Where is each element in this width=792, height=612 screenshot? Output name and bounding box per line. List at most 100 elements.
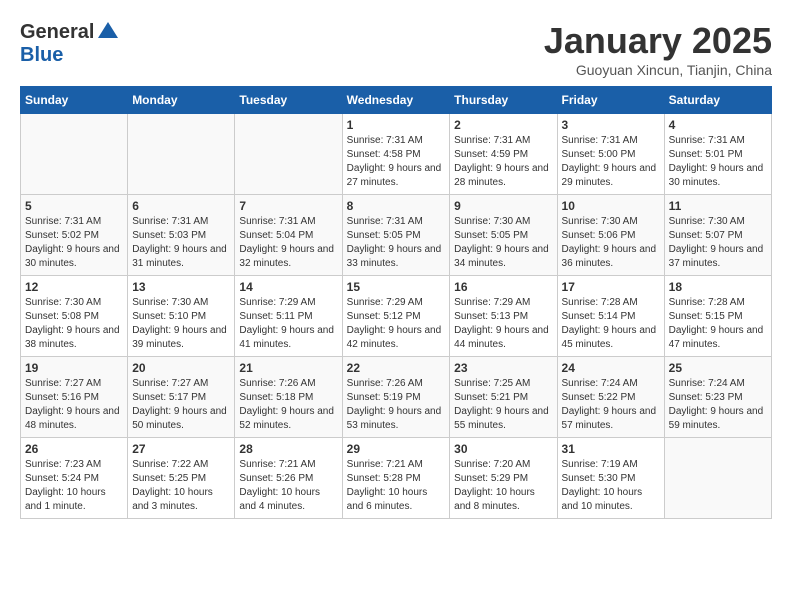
cell-sun-info: Sunrise: 7:27 AM Sunset: 5:17 PM Dayligh… xyxy=(132,377,230,433)
day-number: 8 xyxy=(347,199,446,213)
calendar-week-row: 5Sunrise: 7:31 AM Sunset: 5:02 PM Daylig… xyxy=(21,195,772,276)
cell-sun-info: Sunrise: 7:31 AM Sunset: 4:59 PM Dayligh… xyxy=(454,134,552,190)
day-number: 10 xyxy=(562,199,660,213)
calendar-cell: 14 Sunrise: 7:29 AM Sunset: 5:11 PM Dayli… xyxy=(235,276,342,357)
calendar-cell xyxy=(235,114,342,195)
cell-sun-info: Sunrise: 7:31 AM Sunset: 5:00 PM Dayligh… xyxy=(562,134,660,190)
calendar-cell xyxy=(128,114,235,195)
day-number: 17 xyxy=(562,280,660,294)
cell-sun-info: Sunrise: 7:30 AM Sunset: 5:08 PM Dayligh… xyxy=(25,296,123,352)
calendar-cell: 18 Sunrise: 7:28 AM Sunset: 5:15 PM Dayli… xyxy=(664,276,771,357)
cell-sun-info: Sunrise: 7:22 AM Sunset: 5:25 PM Dayligh… xyxy=(132,458,230,514)
month-title: January 2025 xyxy=(544,20,772,62)
day-number: 31 xyxy=(562,442,660,456)
calendar-cell: 4 Sunrise: 7:31 AM Sunset: 5:01 PM Daylig… xyxy=(664,114,771,195)
day-of-week-header: Tuesday xyxy=(235,87,342,114)
day-number: 18 xyxy=(669,280,767,294)
calendar-cell: 29 Sunrise: 7:21 AM Sunset: 5:28 PM Dayli… xyxy=(342,438,450,519)
calendar-cell: 17 Sunrise: 7:28 AM Sunset: 5:14 PM Dayli… xyxy=(557,276,664,357)
cell-sun-info: Sunrise: 7:25 AM Sunset: 5:21 PM Dayligh… xyxy=(454,377,552,433)
cell-sun-info: Sunrise: 7:30 AM Sunset: 5:07 PM Dayligh… xyxy=(669,215,767,271)
location-subtitle: Guoyuan Xincun, Tianjin, China xyxy=(544,62,772,78)
calendar-cell: 9 Sunrise: 7:30 AM Sunset: 5:05 PM Daylig… xyxy=(450,195,557,276)
cell-sun-info: Sunrise: 7:29 AM Sunset: 5:11 PM Dayligh… xyxy=(239,296,337,352)
calendar-cell: 26 Sunrise: 7:23 AM Sunset: 5:24 PM Dayli… xyxy=(21,438,128,519)
calendar-cell xyxy=(21,114,128,195)
calendar-cell: 24 Sunrise: 7:24 AM Sunset: 5:22 PM Dayli… xyxy=(557,357,664,438)
logo: General Blue xyxy=(20,20,120,67)
cell-sun-info: Sunrise: 7:28 AM Sunset: 5:15 PM Dayligh… xyxy=(669,296,767,352)
calendar-cell: 15 Sunrise: 7:29 AM Sunset: 5:12 PM Dayli… xyxy=(342,276,450,357)
calendar-table: SundayMondayTuesdayWednesdayThursdayFrid… xyxy=(20,86,772,519)
calendar-cell: 20 Sunrise: 7:27 AM Sunset: 5:17 PM Dayli… xyxy=(128,357,235,438)
cell-sun-info: Sunrise: 7:31 AM Sunset: 5:01 PM Dayligh… xyxy=(669,134,767,190)
calendar-cell: 8Sunrise: 7:31 AM Sunset: 5:05 PM Daylig… xyxy=(342,195,450,276)
calendar-cell xyxy=(664,438,771,519)
day-number: 11 xyxy=(669,199,767,213)
calendar-cell: 25Sunrise: 7:24 AM Sunset: 5:23 PM Dayli… xyxy=(664,357,771,438)
day-number: 15 xyxy=(347,280,446,294)
day-number: 21 xyxy=(239,361,337,375)
calendar-week-row: 26 Sunrise: 7:23 AM Sunset: 5:24 PM Dayli… xyxy=(21,438,772,519)
calendar-cell: 30Sunrise: 7:20 AM Sunset: 5:29 PM Dayli… xyxy=(450,438,557,519)
day-number: 25 xyxy=(669,361,767,375)
day-number: 23 xyxy=(454,361,552,375)
cell-sun-info: Sunrise: 7:21 AM Sunset: 5:26 PM Dayligh… xyxy=(239,458,337,514)
cell-sun-info: Sunrise: 7:21 AM Sunset: 5:28 PM Dayligh… xyxy=(347,458,446,514)
cell-sun-info: Sunrise: 7:30 AM Sunset: 5:10 PM Dayligh… xyxy=(132,296,230,352)
day-number: 5 xyxy=(25,199,123,213)
day-number: 20 xyxy=(132,361,230,375)
logo-general-text: General xyxy=(20,21,94,44)
day-number: 29 xyxy=(347,442,446,456)
calendar-cell: 31 Sunrise: 7:19 AM Sunset: 5:30 PM Dayli… xyxy=(557,438,664,519)
cell-sun-info: Sunrise: 7:20 AM Sunset: 5:29 PM Dayligh… xyxy=(454,458,552,514)
day-number: 6 xyxy=(132,199,230,213)
calendar-cell: 22 Sunrise: 7:26 AM Sunset: 5:19 PM Dayli… xyxy=(342,357,450,438)
cell-sun-info: Sunrise: 7:28 AM Sunset: 5:14 PM Dayligh… xyxy=(562,296,660,352)
calendar-week-row: 1Sunrise: 7:31 AM Sunset: 4:58 PM Daylig… xyxy=(21,114,772,195)
day-number: 19 xyxy=(25,361,123,375)
day-number: 27 xyxy=(132,442,230,456)
calendar-cell: 27 Sunrise: 7:22 AM Sunset: 5:25 PM Dayli… xyxy=(128,438,235,519)
cell-sun-info: Sunrise: 7:23 AM Sunset: 5:24 PM Dayligh… xyxy=(25,458,123,514)
title-section: January 2025 Guoyuan Xincun, Tianjin, Ch… xyxy=(544,20,772,78)
day-number: 14 xyxy=(239,280,337,294)
calendar-header-row: SundayMondayTuesdayWednesdayThursdayFrid… xyxy=(21,87,772,114)
day-number: 13 xyxy=(132,280,230,294)
cell-sun-info: Sunrise: 7:26 AM Sunset: 5:19 PM Dayligh… xyxy=(347,377,446,433)
logo-icon xyxy=(96,20,120,44)
cell-sun-info: Sunrise: 7:30 AM Sunset: 5:06 PM Dayligh… xyxy=(562,215,660,271)
calendar-cell: 5Sunrise: 7:31 AM Sunset: 5:02 PM Daylig… xyxy=(21,195,128,276)
cell-sun-info: Sunrise: 7:30 AM Sunset: 5:05 PM Dayligh… xyxy=(454,215,552,271)
calendar-cell: 28 Sunrise: 7:21 AM Sunset: 5:26 PM Dayli… xyxy=(235,438,342,519)
calendar-cell: 23 Sunrise: 7:25 AM Sunset: 5:21 PM Dayli… xyxy=(450,357,557,438)
day-number: 4 xyxy=(669,118,767,132)
cell-sun-info: Sunrise: 7:26 AM Sunset: 5:18 PM Dayligh… xyxy=(239,377,337,433)
calendar-week-row: 12 Sunrise: 7:30 AM Sunset: 5:08 PM Dayli… xyxy=(21,276,772,357)
day-of-week-header: Friday xyxy=(557,87,664,114)
day-number: 9 xyxy=(454,199,552,213)
calendar-cell: 1Sunrise: 7:31 AM Sunset: 4:58 PM Daylig… xyxy=(342,114,450,195)
day-number: 28 xyxy=(239,442,337,456)
day-number: 22 xyxy=(347,361,446,375)
cell-sun-info: Sunrise: 7:24 AM Sunset: 5:22 PM Dayligh… xyxy=(562,377,660,433)
day-of-week-header: Monday xyxy=(128,87,235,114)
day-of-week-header: Thursday xyxy=(450,87,557,114)
cell-sun-info: Sunrise: 7:27 AM Sunset: 5:16 PM Dayligh… xyxy=(25,377,123,433)
day-number: 12 xyxy=(25,280,123,294)
calendar-cell: 7Sunrise: 7:31 AM Sunset: 5:04 PM Daylig… xyxy=(235,195,342,276)
calendar-cell: 13 Sunrise: 7:30 AM Sunset: 5:10 PM Dayli… xyxy=(128,276,235,357)
cell-sun-info: Sunrise: 7:19 AM Sunset: 5:30 PM Dayligh… xyxy=(562,458,660,514)
cell-sun-info: Sunrise: 7:31 AM Sunset: 5:03 PM Dayligh… xyxy=(132,215,230,271)
day-number: 24 xyxy=(562,361,660,375)
calendar-cell: 11 Sunrise: 7:30 AM Sunset: 5:07 PM Dayli… xyxy=(664,195,771,276)
calendar-week-row: 19 Sunrise: 7:27 AM Sunset: 5:16 PM Dayli… xyxy=(21,357,772,438)
cell-sun-info: Sunrise: 7:29 AM Sunset: 5:12 PM Dayligh… xyxy=(347,296,446,352)
day-of-week-header: Sunday xyxy=(21,87,128,114)
cell-sun-info: Sunrise: 7:31 AM Sunset: 5:04 PM Dayligh… xyxy=(239,215,337,271)
day-number: 2 xyxy=(454,118,552,132)
day-number: 3 xyxy=(562,118,660,132)
day-number: 26 xyxy=(25,442,123,456)
day-of-week-header: Saturday xyxy=(664,87,771,114)
calendar-cell: 12 Sunrise: 7:30 AM Sunset: 5:08 PM Dayli… xyxy=(21,276,128,357)
